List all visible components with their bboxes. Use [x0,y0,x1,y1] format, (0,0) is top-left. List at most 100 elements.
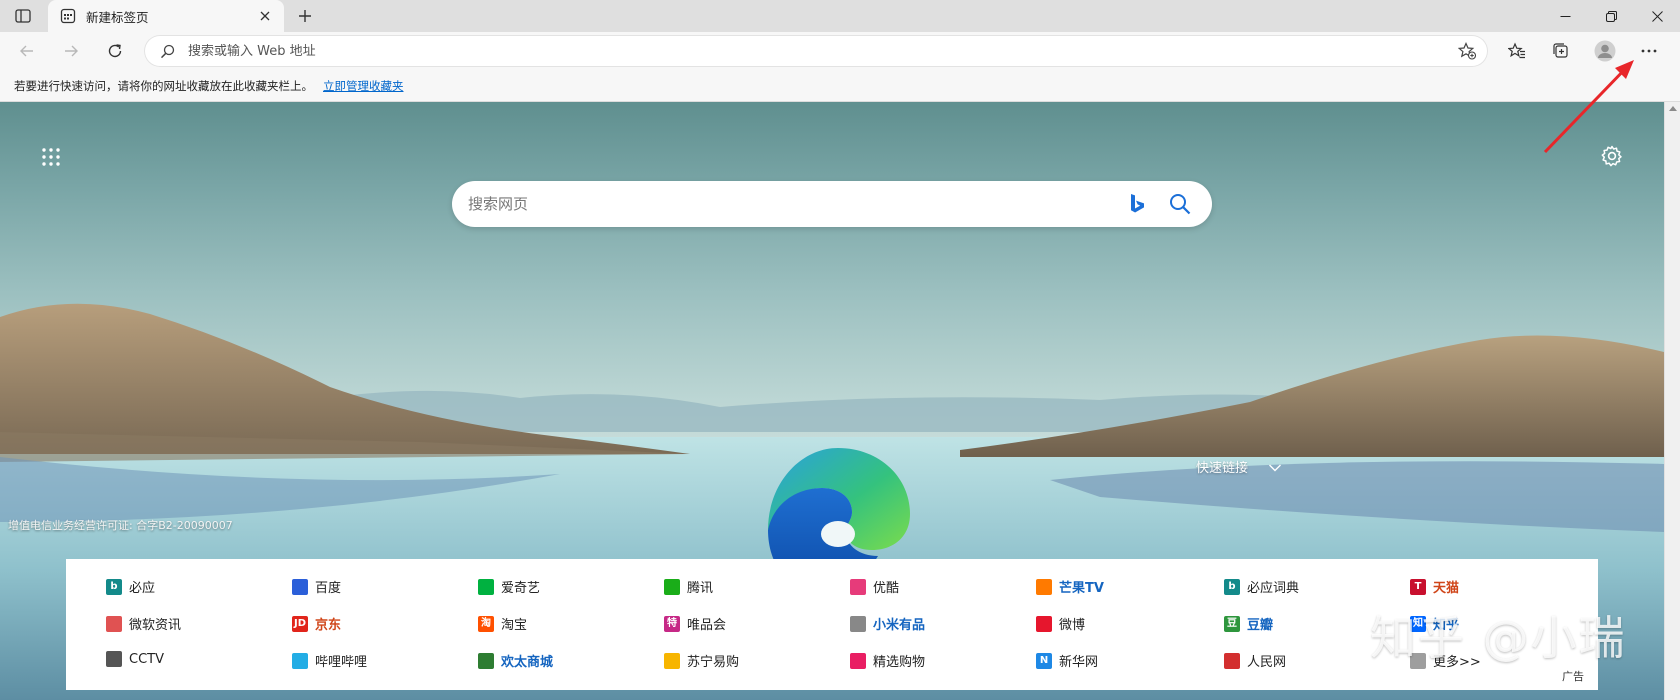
close-window-button[interactable] [1634,0,1680,32]
web-search-input[interactable] [468,195,1126,213]
youku-icon [850,578,866,595]
collections-icon[interactable] [1546,36,1576,66]
youpin-icon [850,615,866,632]
quick-link-label: 芒果TV [1059,581,1104,596]
quick-link-label: 新华网 [1059,655,1099,670]
jd-icon: JD [292,615,308,632]
quick-link[interactable]: N 新华网 [1036,651,1098,670]
people-icon [1224,652,1240,669]
chevron-down-icon [1268,462,1282,472]
quick-link-label: 必应词典 [1247,581,1300,596]
iqiyi-icon [478,578,494,595]
quick-link-label: 人民网 [1247,655,1287,670]
back-button[interactable] [12,36,42,66]
quick-link[interactable]: 豆豆瓣 [1224,614,1273,633]
quick-link-label: 唯品会 [687,618,727,633]
bing-icon: b [106,578,122,595]
bing-logo-icon[interactable] [1126,192,1148,216]
refresh-button[interactable] [100,36,130,66]
quick-link[interactable]: 腾讯 [664,577,713,596]
tab-strip: 新建标签页 [0,0,1680,32]
bilibili-icon [292,652,308,669]
quick-link[interactable]: 哔哩哔哩 [292,651,367,670]
profile-avatar-icon[interactable] [1590,36,1620,66]
quick-link[interactable]: 优酷 [850,577,899,596]
taobao-icon: 淘 [478,615,494,632]
page-scrollbar[interactable] [1664,102,1680,700]
quick-link[interactable]: T 天猫 [1410,577,1459,596]
quick-link[interactable]: 特唯品会 [664,614,726,633]
tab-title: 新建标签页 [86,9,149,25]
new-tab-button[interactable] [294,5,316,27]
quick-link[interactable]: 精选购物 [850,651,925,670]
quick-link-label: 天猫 [1433,581,1460,596]
heytap-icon [478,652,494,669]
vip-icon: 特 [664,615,680,632]
scroll-up-arrow-icon[interactable] [1669,106,1677,111]
quick-link-label: 欢太商城 [501,655,554,670]
ad-label: 广告 [1562,670,1584,683]
newtab-icon [60,8,76,24]
quick-link[interactable]: 淘淘宝 [478,614,527,633]
forward-button[interactable] [56,36,86,66]
quick-link[interactable]: 芒果TV [1036,577,1104,596]
quick-link-label: 百度 [315,581,342,596]
page-settings-gear-icon[interactable] [1600,144,1624,168]
quick-link[interactable]: b 必应词典 [1224,577,1299,596]
quick-link[interactable]: 爱奇艺 [478,577,540,596]
manage-favorites-link[interactable]: 立即管理收藏夹 [323,78,404,94]
baidu-paw-icon [292,578,308,595]
tab-new-tab[interactable]: 新建标签页 [48,0,284,32]
favorites-icon[interactable] [1502,36,1532,66]
settings-more-icon[interactable] [1634,36,1664,66]
quick-link-label: 豆瓣 [1247,618,1274,633]
suning-icon [664,652,680,669]
quick-link-label: 优酷 [873,581,900,596]
license-text: 增值电信业务经营许可证: 合字B2-20090007 [8,519,233,532]
quick-links-label: 快速链接 [1196,461,1249,476]
quick-link[interactable]: b 必应 [106,577,155,596]
quick-link-label: 苏宁易购 [687,655,740,670]
mangotv-icon [1036,578,1052,595]
quick-link-label: 微博 [1059,618,1086,633]
close-tab-icon[interactable] [256,7,274,25]
tab-actions-icon[interactable] [12,6,34,26]
add-favorite-star-icon[interactable] [1456,40,1478,62]
quick-link-label: 微软资讯 [129,618,182,633]
tencent-icon [664,578,680,595]
bing-dict-icon: b [1224,578,1240,595]
quick-link-label: 爱奇艺 [501,581,541,596]
restore-button[interactable] [1588,0,1634,32]
favorites-bar: 若要进行快速访问，请将你的网址收藏放在此收藏夹栏上。 立即管理收藏夹 [0,70,1680,102]
quick-link[interactable]: 欢太商城 [478,651,553,670]
address-input[interactable] [188,43,1456,59]
cctv-icon [106,651,122,667]
quick-link-label: 淘宝 [501,618,528,633]
favorites-hint-text: 若要进行快速访问，请将你的网址收藏放在此收藏夹栏上。 [14,78,313,93]
minimize-button[interactable] [1542,0,1588,32]
quick-link-label: 精选购物 [873,655,926,670]
quick-link[interactable]: 人民网 [1224,651,1286,670]
quick-link-label: 必应 [129,581,156,596]
shopping-icon [850,652,866,669]
quick-link[interactable]: 微软资讯 [106,614,181,633]
navigation-toolbar [0,32,1680,70]
app-launcher-grid-icon[interactable] [40,146,62,168]
xinhua-icon: N [1036,652,1052,669]
quick-link-label: CCTV [129,651,164,667]
search-submit-icon[interactable] [1168,192,1192,216]
quick-link[interactable]: JD 京东 [292,614,341,633]
tmall-icon: T [1410,578,1426,595]
quick-link[interactable]: 微博 [1036,614,1085,633]
address-bar[interactable] [144,35,1488,67]
douban-icon: 豆 [1224,615,1240,632]
search-icon [158,42,176,60]
quick-link[interactable]: CCTV [106,651,164,667]
quick-link[interactable]: 苏宁易购 [664,651,739,670]
quick-links-toggle[interactable]: 快速链接 [1196,457,1282,476]
quick-link[interactable]: 小米有品 [850,614,925,633]
web-search-box[interactable] [452,181,1212,227]
quick-link[interactable]: 百度 [292,577,341,596]
msn-news-icon [106,615,122,632]
watermark-text: 知乎 @小瑞 [1370,611,1627,665]
